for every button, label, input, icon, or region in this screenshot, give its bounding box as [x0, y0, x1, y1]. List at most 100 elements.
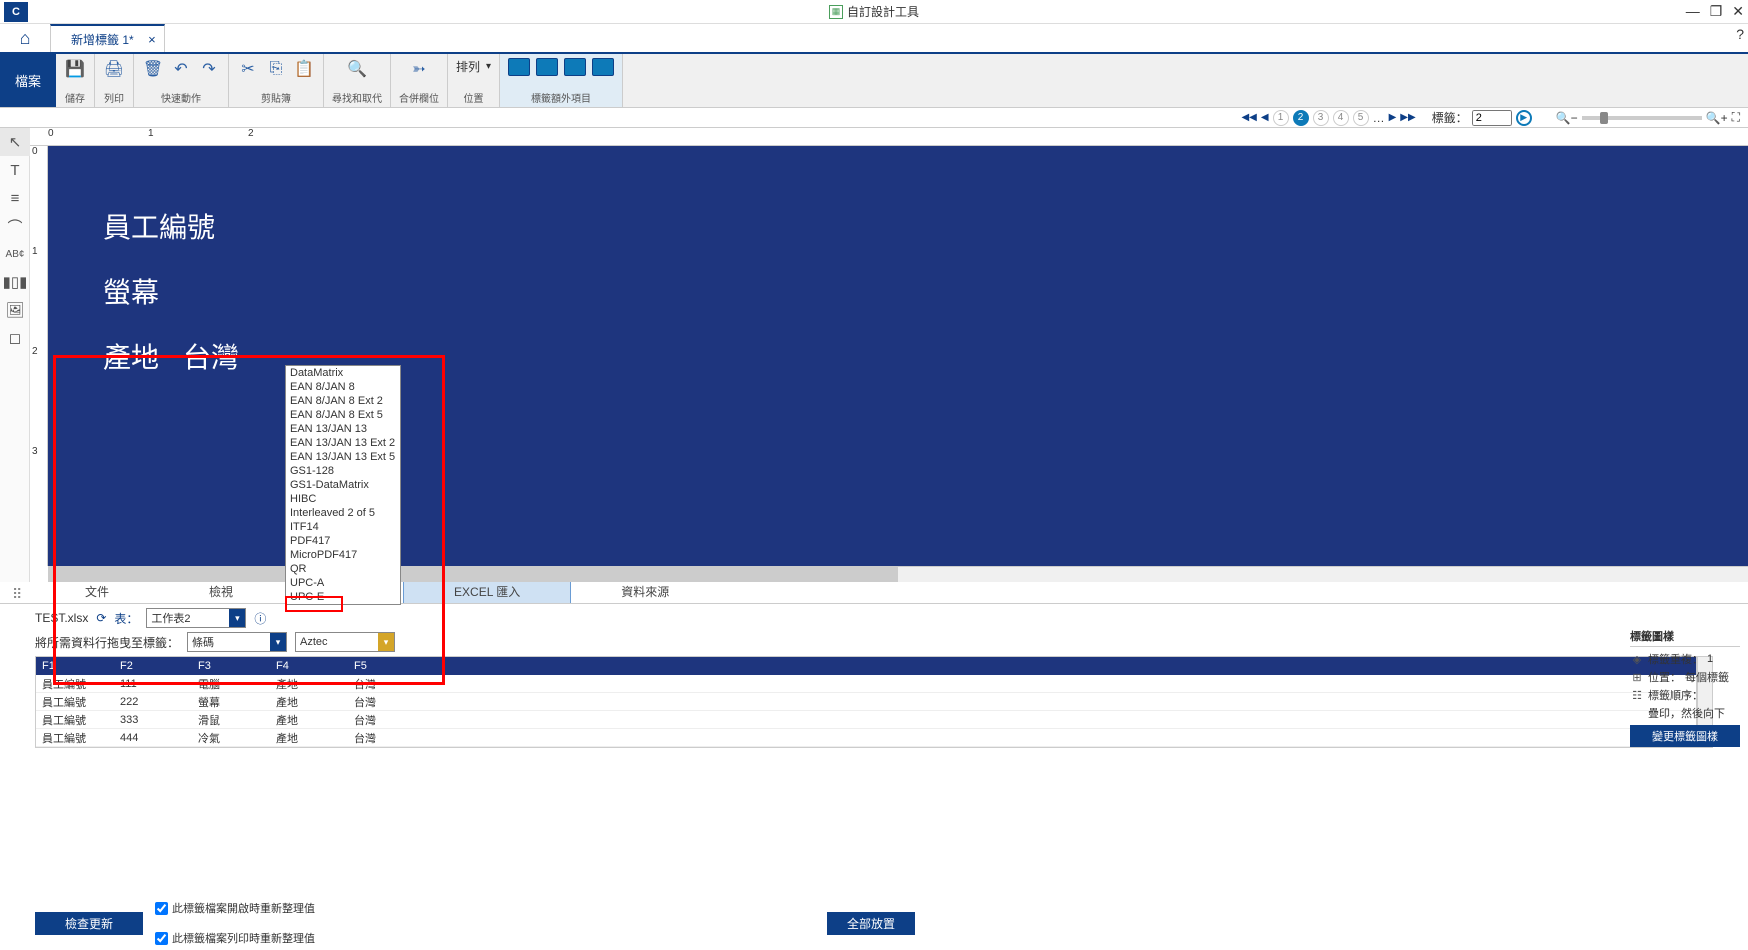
table-row[interactable]: 員工編號222螢幕產地台灣: [36, 693, 1696, 711]
canvas-text-4[interactable]: 台灣: [183, 336, 239, 376]
undo-icon[interactable]: ↶: [170, 58, 192, 80]
table-row[interactable]: 員工編號111電腦產地台灣: [36, 675, 1696, 693]
place-all-button[interactable]: 全部放置: [827, 912, 915, 935]
zoom-fit-icon[interactable]: ⛶: [1732, 110, 1740, 125]
prev-page-icon[interactable]: ◀: [1261, 112, 1269, 123]
table-header-cell[interactable]: F4: [270, 657, 348, 675]
tab-view[interactable]: 檢視: [159, 580, 283, 603]
barcode-option[interactable]: UPC-E: [286, 590, 400, 604]
sheet-select[interactable]: 工作表2▾: [146, 608, 246, 628]
arc-text-tool-icon[interactable]: ⌒: [0, 212, 30, 240]
barcode-option[interactable]: EAN 13/JAN 13: [286, 422, 400, 436]
page-5[interactable]: 5: [1353, 110, 1369, 126]
next-page-icon[interactable]: ▶: [1389, 112, 1397, 123]
file-menu-button[interactable]: 檔案: [0, 54, 56, 107]
richtext-tool-icon[interactable]: AB¢: [0, 240, 30, 268]
tab-excel-import[interactable]: EXCEL 匯入: [403, 579, 571, 603]
help-button[interactable]: ?: [1736, 26, 1744, 42]
canvas-text-1[interactable]: 員工編號: [103, 206, 215, 246]
barcode-type-dropdown-list[interactable]: DataMatrixEAN 8/JAN 8EAN 8/JAN 8 Ext 2EA…: [285, 365, 401, 605]
canvas-text-3[interactable]: 產地: [103, 336, 159, 376]
barcode-option[interactable]: Interleaved 2 of 5: [286, 506, 400, 520]
minimize-button[interactable]: —: [1686, 3, 1700, 20]
zoom-control: 🔍− 🔍+ ⛶: [1556, 110, 1740, 125]
barcode-option[interactable]: EAN 13/JAN 13 Ext 2: [286, 436, 400, 450]
barcode-option[interactable]: EAN 8/JAN 8: [286, 380, 400, 394]
checkbox-refresh-print[interactable]: 此標籤檔案列印時重新整理值: [155, 930, 315, 946]
binoculars-icon[interactable]: 🔍: [346, 58, 368, 80]
barcode-option[interactable]: MicroPDF417: [286, 548, 400, 562]
tab-datasource[interactable]: 資料來源: [571, 580, 719, 603]
page-4[interactable]: 4: [1333, 110, 1349, 126]
text-tool-icon[interactable]: T: [0, 156, 30, 184]
table-header-cell[interactable]: F3: [192, 657, 270, 675]
last-page-icon[interactable]: ▶▶: [1400, 112, 1415, 123]
cut-icon[interactable]: ✂: [237, 58, 259, 80]
print-icon[interactable]: 🖨: [103, 58, 125, 80]
barcode-option[interactable]: EAN 8/JAN 8 Ext 5: [286, 408, 400, 422]
save-icon[interactable]: 💾: [64, 58, 86, 80]
barcode-option[interactable]: PDF417: [286, 534, 400, 548]
refresh-icon[interactable]: ⟳: [96, 611, 106, 625]
check-update-button[interactable]: 檢查更新: [35, 912, 143, 935]
extra-item-1[interactable]: [508, 58, 530, 76]
titlebar: C ▦ 自訂設計工具 — ❐ ✕ ?: [0, 0, 1748, 24]
change-pattern-button[interactable]: 變更標籤圖樣: [1630, 725, 1740, 747]
tab-document[interactable]: 文件: [35, 580, 159, 603]
home-icon[interactable]: ⌂: [0, 24, 50, 52]
barcode-option[interactable]: UPC-A: [286, 576, 400, 590]
table-header-cell[interactable]: F2: [114, 657, 192, 675]
document-tab[interactable]: 新增標籤 1* ×: [50, 24, 165, 52]
arrange-label[interactable]: 排列: [456, 58, 480, 75]
table-header-cell[interactable]: F1: [36, 657, 114, 675]
paste-icon[interactable]: 📋: [293, 58, 315, 80]
chevron-down-icon[interactable]: ▾: [486, 61, 491, 72]
barcode-option[interactable]: QR: [286, 562, 400, 576]
table-header-cell[interactable]: F5: [348, 657, 426, 675]
table-row[interactable]: 員工編號333滑鼠產地台灣: [36, 711, 1696, 729]
page-1[interactable]: 1: [1273, 110, 1289, 126]
table-header-cell[interactable]: [426, 657, 1696, 675]
zoom-slider[interactable]: [1582, 116, 1702, 120]
page-3[interactable]: 3: [1313, 110, 1329, 126]
barcode-option[interactable]: HIBC: [286, 492, 400, 506]
app-logo-icon: C: [4, 2, 28, 22]
document-tab-label: 新增標籤 1*: [71, 31, 134, 48]
extra-item-3[interactable]: [564, 58, 586, 76]
close-tab-icon[interactable]: ×: [148, 32, 156, 47]
copy-icon[interactable]: ⎘: [265, 58, 287, 80]
go-button-icon[interactable]: ▶: [1516, 110, 1532, 126]
extra-item-4[interactable]: [592, 58, 614, 76]
header-toggle-icon[interactable]: ⓘ: [254, 610, 266, 627]
ribbon-group-arrange: 排列▾ 位置: [448, 54, 500, 107]
maximize-button[interactable]: ❐: [1710, 3, 1723, 20]
barcode-option[interactable]: GS1-DataMatrix: [286, 478, 400, 492]
barcode-type-select[interactable]: Aztec▾: [295, 632, 395, 652]
first-page-icon[interactable]: ◀◀: [1241, 112, 1256, 123]
merge-icon[interactable]: ➳: [408, 58, 430, 80]
barcode-option[interactable]: GS1-128: [286, 464, 400, 478]
redo-icon[interactable]: ↷: [198, 58, 220, 80]
grip-icon[interactable]: ⠿: [12, 586, 22, 603]
barcode-option[interactable]: EAN 8/JAN 8 Ext 2: [286, 394, 400, 408]
barcode-tool-icon[interactable]: ▮▯▮: [0, 268, 30, 296]
barcode-option[interactable]: ITF14: [286, 520, 400, 534]
close-button[interactable]: ✕: [1732, 3, 1744, 20]
barcode-option[interactable]: DataMatrix: [286, 366, 400, 380]
image-tool-icon[interactable]: 🖼: [0, 296, 30, 324]
table-row[interactable]: 員工編號444冷氣產地台灣: [36, 729, 1696, 747]
label-prompt: 標籤：: [1432, 109, 1468, 126]
pointer-tool-icon[interactable]: ↖: [0, 128, 30, 156]
zoom-out-icon[interactable]: 🔍−: [1556, 111, 1578, 125]
barcode-option[interactable]: EAN 13/JAN 13 Ext 5: [286, 450, 400, 464]
multitext-tool-icon[interactable]: ≡: [0, 184, 30, 212]
extra-item-2[interactable]: [536, 58, 558, 76]
label-number-input[interactable]: [1472, 110, 1512, 126]
checkbox-refresh-open[interactable]: 此標籤檔案開啟時重新整理值: [155, 900, 315, 916]
page-2[interactable]: 2: [1293, 110, 1309, 126]
format-select[interactable]: 條碼▾: [187, 632, 287, 652]
canvas-text-2[interactable]: 螢幕: [103, 271, 159, 311]
shape-tool-icon[interactable]: ◻: [0, 324, 30, 352]
zoom-in-icon[interactable]: 🔍+: [1706, 111, 1728, 125]
trash-icon[interactable]: 🗑: [142, 58, 164, 80]
